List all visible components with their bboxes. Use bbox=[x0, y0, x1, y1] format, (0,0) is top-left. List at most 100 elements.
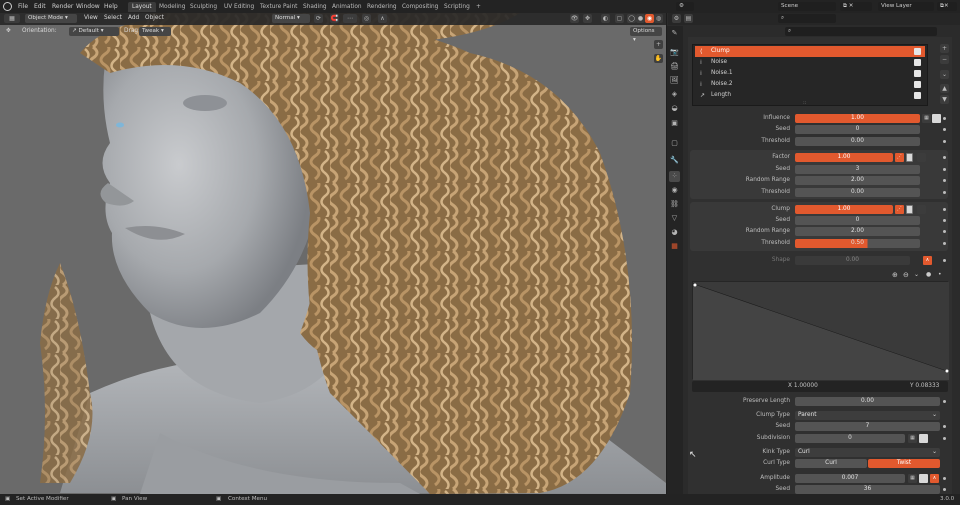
tab-modeling[interactable]: Modeling bbox=[155, 2, 189, 12]
menu-render[interactable]: Render bbox=[52, 1, 73, 12]
tab-animation[interactable]: Animation bbox=[328, 2, 366, 12]
checkbox[interactable] bbox=[914, 70, 921, 77]
object-tab-icon[interactable]: ▢ bbox=[669, 138, 680, 149]
list-move-up-icon[interactable]: ▲ bbox=[940, 84, 949, 93]
tab-uv-editing[interactable]: UV Editing bbox=[220, 2, 258, 12]
proportional-edit-icon[interactable]: ◎ bbox=[362, 14, 371, 23]
zoom-icon[interactable]: + bbox=[654, 40, 663, 49]
view-layer-field[interactable]: View Layer bbox=[878, 2, 934, 11]
influence-field[interactable]: 1.00 bbox=[795, 114, 920, 123]
shading-solid-icon[interactable]: ● bbox=[636, 14, 645, 23]
factor-texture-icon[interactable] bbox=[906, 153, 913, 162]
blender-logo-icon[interactable] bbox=[3, 2, 12, 11]
outliner-search[interactable]: ⌕ bbox=[778, 14, 836, 23]
tool-tab-icon[interactable]: ✎ bbox=[669, 28, 680, 39]
threshold-keyframe-dot[interactable] bbox=[943, 242, 946, 245]
list-remove-icon[interactable]: − bbox=[940, 55, 949, 64]
viewport-menu-select[interactable]: Select bbox=[104, 14, 122, 23]
seed-keyframe-dot[interactable] bbox=[943, 128, 946, 131]
curve-zoom-out-icon[interactable]: ⊖ bbox=[903, 271, 909, 279]
random-range-field[interactable]: 2.00 bbox=[795, 227, 920, 236]
threshold-keyframe-dot[interactable] bbox=[943, 140, 946, 143]
properties-layout-icon[interactable]: ▤ bbox=[684, 14, 693, 23]
menu-edit[interactable]: Edit bbox=[34, 1, 46, 12]
seed-keyframe-dot[interactable] bbox=[943, 425, 946, 428]
physics-tab-icon[interactable]: ◉ bbox=[669, 185, 680, 196]
properties-editor-type-icon[interactable]: ⚙ bbox=[672, 14, 681, 23]
view-layer-buttons[interactable]: ⧉✕ bbox=[937, 2, 957, 11]
curl-type-option-twist[interactable]: Twist bbox=[868, 459, 940, 468]
clump-curve-editor[interactable] bbox=[692, 281, 948, 379]
transform-tool-icon[interactable]: ✥ bbox=[6, 27, 11, 36]
tab-shading[interactable]: Shading bbox=[299, 2, 331, 12]
list-item[interactable]: ↗Length bbox=[695, 90, 925, 101]
curl-type-option-curl[interactable]: Curl bbox=[795, 459, 867, 468]
checkbox[interactable] bbox=[914, 92, 921, 99]
influence-mask-icon[interactable]: ▦ bbox=[922, 114, 931, 123]
shading-rendered-icon[interactable]: ◍ bbox=[654, 14, 663, 23]
amplitude-curve-icon[interactable]: ∧ bbox=[930, 474, 939, 483]
transform-orientation-dropdown[interactable]: Normal ▾ bbox=[272, 14, 310, 23]
list-item[interactable]: ⟨Clump bbox=[695, 46, 925, 57]
world-tab-icon[interactable]: ◒ bbox=[669, 103, 680, 114]
scene-browse-icon[interactable]: ⧉ ✕ bbox=[840, 2, 872, 11]
menu-help[interactable]: Help bbox=[104, 1, 118, 12]
scene-field[interactable]: Scene bbox=[778, 2, 836, 11]
proportional-falloff-icon[interactable]: ∧ bbox=[378, 14, 387, 23]
render-tab-icon[interactable]: 📷 bbox=[669, 47, 680, 58]
material-tab-icon[interactable]: ◕ bbox=[669, 227, 680, 238]
clump-mask-icon[interactable] bbox=[917, 205, 926, 214]
collection-tab-icon[interactable]: ▣ bbox=[669, 118, 680, 129]
curve-menu-dot[interactable]: • bbox=[938, 271, 942, 278]
influence-keyframe-dot[interactable] bbox=[943, 117, 946, 120]
options-dropdown[interactable]: Options ▾ bbox=[630, 27, 662, 36]
overlay-icon[interactable]: ◐ bbox=[601, 14, 610, 23]
amplitude-field[interactable]: 0.007 bbox=[795, 474, 905, 483]
influence-texture-icon[interactable] bbox=[932, 114, 941, 123]
orientation-dropdown[interactable]: ↗ Default ▾ bbox=[69, 27, 119, 36]
shape-curve-toggle-icon[interactable]: ∧ bbox=[923, 256, 932, 265]
kink-type-dropdown[interactable]: Curl⌄ bbox=[795, 448, 940, 457]
random-range-field[interactable]: 2.00 bbox=[795, 176, 920, 185]
factor-field[interactable]: 1.00 bbox=[795, 153, 893, 162]
threshold-keyframe-dot[interactable] bbox=[943, 191, 946, 194]
tab-rendering[interactable]: Rendering bbox=[363, 2, 401, 12]
list-move-down-icon[interactable]: ▼ bbox=[940, 95, 949, 104]
clump-curve-icon[interactable]: ⋰ bbox=[895, 205, 904, 214]
amplitude-texture-icon[interactable] bbox=[919, 474, 928, 483]
shading-material-icon[interactable]: ◉ bbox=[645, 14, 654, 23]
factor-keyframe-dot[interactable] bbox=[943, 156, 946, 159]
clump-field[interactable]: 1.00 bbox=[795, 205, 893, 214]
list-item[interactable]: ⁞Noise.2 bbox=[695, 79, 925, 90]
constraints-tab-icon[interactable]: ⛓ bbox=[669, 199, 680, 210]
amplitude-mask-icon[interactable]: ▦ bbox=[908, 474, 917, 483]
particles-tab-icon[interactable]: ⁘ bbox=[669, 171, 680, 182]
checkbox[interactable] bbox=[914, 59, 921, 66]
tab-compositing[interactable]: Compositing bbox=[398, 2, 442, 12]
seed-keyframe-dot[interactable] bbox=[943, 488, 946, 491]
preserve-length-keyframe-dot[interactable] bbox=[943, 400, 946, 403]
preserve-length-field[interactable]: 0.00 bbox=[795, 397, 940, 406]
clump-keyframe-dot[interactable] bbox=[943, 208, 946, 211]
add-workspace-button[interactable]: + bbox=[472, 2, 485, 12]
seed-keyframe-dot[interactable] bbox=[943, 168, 946, 171]
object-mode-dropdown[interactable]: Object Mode ▾ bbox=[25, 14, 77, 23]
tab-layout[interactable]: Layout bbox=[128, 2, 156, 12]
viewport-menu-view[interactable]: View bbox=[84, 14, 98, 23]
tab-sculpting[interactable]: Sculpting bbox=[186, 2, 221, 12]
subdivision-texture-icon[interactable] bbox=[919, 434, 928, 443]
subdivision-keyframe-dot[interactable] bbox=[943, 437, 946, 440]
seed-field[interactable]: 0 bbox=[795, 125, 920, 134]
pivot-icon[interactable]: ⟳ bbox=[314, 14, 323, 23]
seed-field[interactable]: 0 bbox=[795, 216, 920, 225]
menu-window[interactable]: Window bbox=[76, 1, 100, 12]
xray-icon[interactable]: ▢ bbox=[615, 14, 624, 23]
data-tab-icon[interactable]: ▽ bbox=[669, 213, 680, 224]
checkbox[interactable] bbox=[914, 81, 921, 88]
list-item[interactable]: ⁞Noise.1 bbox=[695, 68, 925, 79]
threshold-field[interactable]: 0.00 bbox=[795, 137, 920, 146]
curve-handle-icon[interactable]: ● bbox=[926, 271, 931, 278]
list-menu-icon[interactable]: ⌄ bbox=[940, 70, 949, 79]
children-modifier-list[interactable]: ⟨Clump ⁞Noise ⁞Noise.1 ⁞Noise.2 ↗Length … bbox=[692, 44, 928, 106]
factor-mask-icon[interactable] bbox=[917, 153, 926, 162]
